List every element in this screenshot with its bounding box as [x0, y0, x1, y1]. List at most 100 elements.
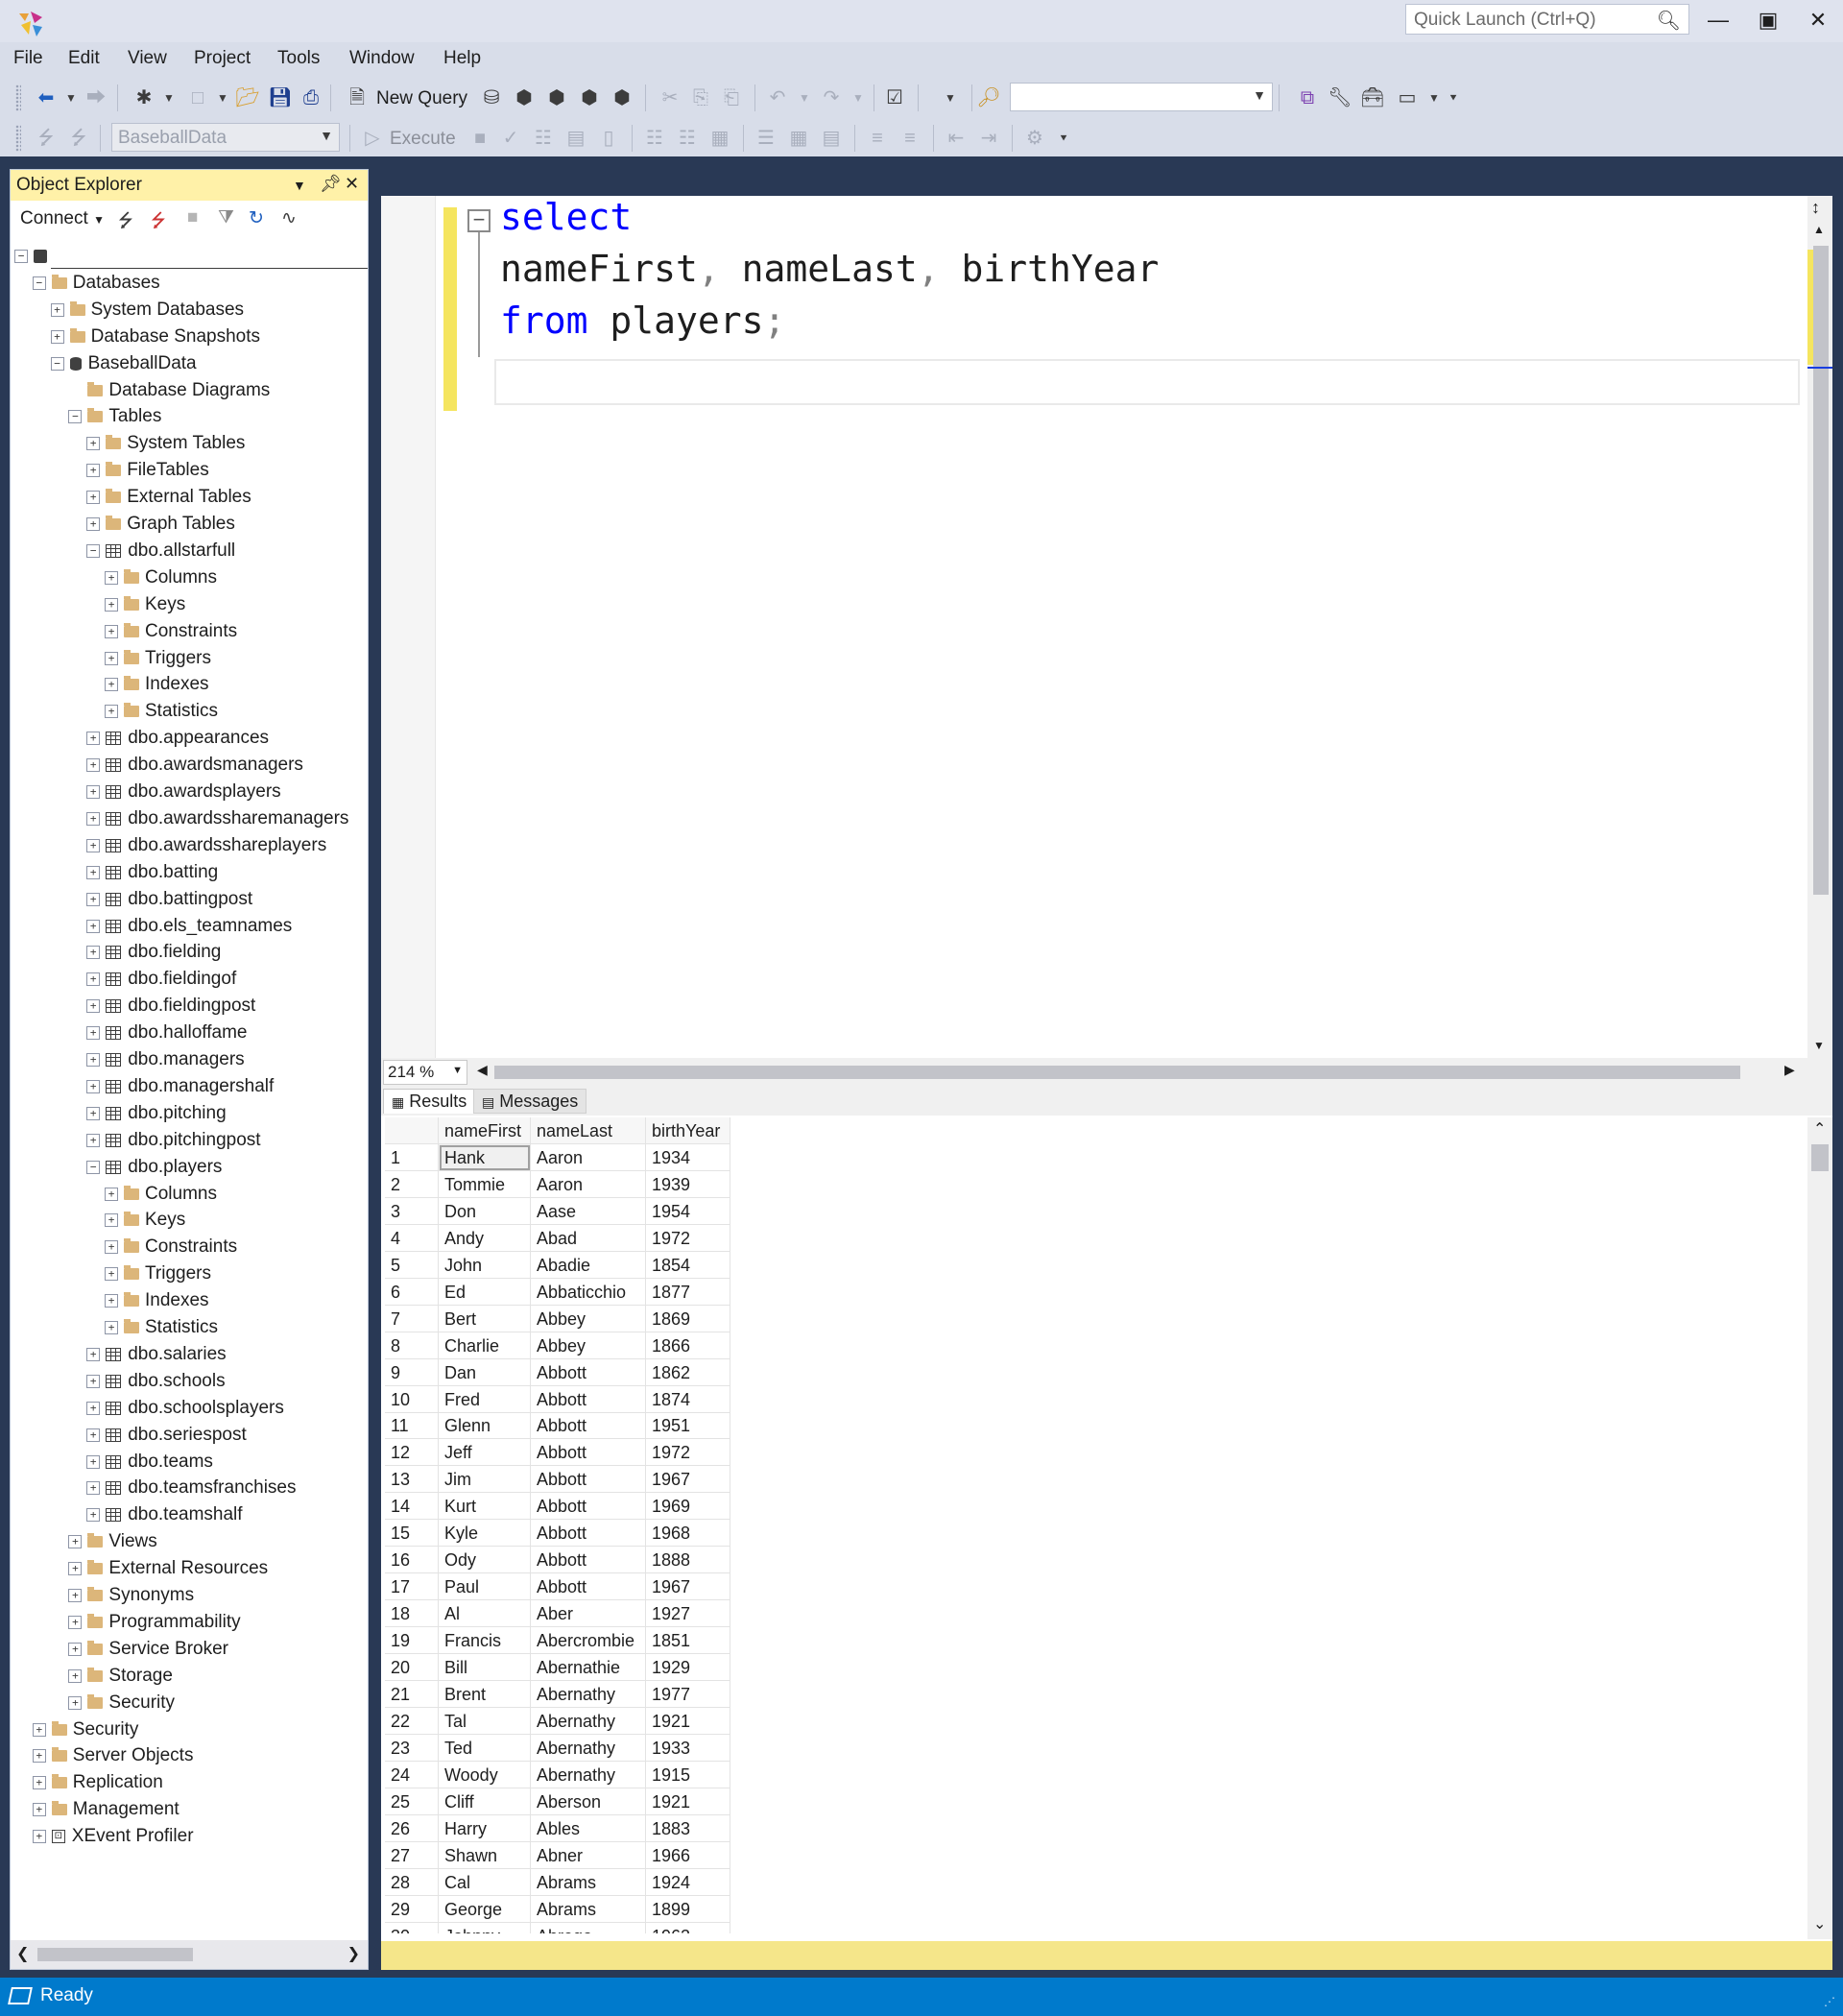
grid-cell[interactable]: Aber	[531, 1600, 646, 1628]
expand-icon[interactable]: +	[86, 732, 101, 746]
expand-icon[interactable]: +	[86, 1481, 101, 1496]
xmla-query-icon[interactable]: ⬢	[576, 84, 603, 111]
collapse-icon[interactable]: −	[86, 543, 101, 558]
expand-icon[interactable]: +	[68, 1589, 83, 1602]
scroll-left-icon[interactable]: ❮	[16, 1944, 29, 1963]
query-designer-icon[interactable]: ▤	[562, 125, 589, 152]
tree-node[interactable]: + Constraints	[105, 618, 237, 645]
expand-icon[interactable]: +	[86, 1374, 101, 1388]
grid-cell[interactable]: 1933	[646, 1734, 730, 1762]
close-panel-icon[interactable]: ✕	[345, 174, 359, 194]
tree-node[interactable]: + dbo.pitchingpost	[86, 1127, 261, 1154]
expand-icon[interactable]: +	[105, 705, 118, 719]
expand-icon[interactable]: +	[68, 1642, 83, 1656]
tree-node[interactable]: + dbo.managershalf	[86, 1073, 274, 1100]
toolbar-overflow-icon[interactable]: ⯆	[1050, 125, 1077, 152]
grid-cell[interactable]: 1874	[646, 1385, 730, 1413]
results-vertical-scrollbar[interactable]: ⌃ ⌄	[1807, 1117, 1832, 1939]
undo-icon[interactable]: ↶	[764, 84, 791, 111]
grid-cell[interactable]: Dan	[439, 1358, 531, 1386]
find-in-files-icon[interactable]: 🔎︎	[975, 84, 1002, 111]
expand-icon[interactable]: +	[86, 1508, 101, 1523]
tree-node[interactable]: + Security	[68, 1690, 175, 1716]
grid-cell[interactable]: Woody	[439, 1761, 531, 1788]
grid-cell[interactable]: 1915	[646, 1761, 730, 1788]
grid-cell[interactable]: 1883	[646, 1814, 730, 1842]
sql-editor[interactable]: − select nameFirst, nameLast, birthYear …	[381, 196, 1832, 1087]
tree-node[interactable]: + System Databases	[50, 297, 244, 324]
grid-cell[interactable]: Abernathie	[531, 1654, 646, 1681]
grid-cell[interactable]: Abernathy	[531, 1680, 646, 1708]
expand-icon[interactable]: +	[32, 1776, 46, 1790]
tree-node[interactable]: + dbo.schoolsplayers	[86, 1395, 284, 1422]
grid-cell[interactable]: Abbott	[531, 1466, 646, 1494]
grid-cell[interactable]: 1977	[646, 1680, 730, 1708]
scroll-down-icon[interactable]: ▼	[1813, 1039, 1825, 1052]
collapse-icon[interactable]: −	[14, 250, 28, 263]
expand-icon[interactable]: +	[105, 1267, 118, 1282]
scroll-up-icon[interactable]: ⌃	[1813, 1119, 1826, 1139]
grid-cell[interactable]: Abbott	[531, 1358, 646, 1386]
pin-icon[interactable]: 📌︎	[320, 174, 342, 194]
menu-project[interactable]: Project	[194, 48, 251, 69]
tree-node[interactable]: + dbo.fieldingof	[86, 966, 236, 993]
tree-node[interactable]: + dbo.fieldingpost	[86, 993, 255, 1020]
grid-cell[interactable]: Kurt	[439, 1493, 531, 1521]
tree-node[interactable]: + dbo.teamshalf	[86, 1501, 243, 1528]
grid-cell[interactable]: 1968	[646, 1520, 730, 1548]
tree-node[interactable]: − Databases	[32, 270, 160, 297]
activity-monitor-icon[interactable]: ∿	[281, 207, 297, 229]
grid-cell[interactable]: Abbey	[531, 1332, 646, 1359]
grid-cell[interactable]: 1972	[646, 1439, 730, 1467]
grid-cell[interactable]: 1929	[646, 1654, 730, 1681]
tree-node[interactable]: + Server Objects	[32, 1742, 193, 1769]
grid-cell[interactable]: Charlie	[439, 1332, 531, 1359]
grid-cell[interactable]: Johnny	[439, 1922, 531, 1933]
collapse-icon[interactable]: −	[86, 1160, 101, 1174]
scroll-up-icon[interactable]: ▲	[1813, 223, 1825, 236]
expand-icon[interactable]: +	[86, 865, 101, 879]
expand-icon[interactable]: +	[105, 624, 118, 638]
decrease-indent-icon[interactable]: ⇤	[943, 125, 969, 152]
expand-icon[interactable]: +	[86, 946, 101, 960]
database-engine-query-icon[interactable]: ⛁	[478, 84, 505, 111]
dax-query-icon[interactable]: ⬢	[609, 84, 635, 111]
chevron-down-icon[interactable]: ▼	[845, 84, 872, 111]
open-file-icon[interactable]: 📂︎	[234, 84, 261, 111]
grid-cell[interactable]: Ody	[439, 1547, 531, 1574]
expand-icon[interactable]: +	[86, 1079, 101, 1093]
grid-corner[interactable]	[385, 1117, 439, 1144]
expand-icon[interactable]: +	[105, 678, 118, 692]
chevron-down-icon[interactable]: ▼	[791, 84, 818, 111]
expand-icon[interactable]: +	[105, 1213, 118, 1228]
grid-cell[interactable]: Aase	[531, 1197, 646, 1225]
grid-cell[interactable]: 1927	[646, 1600, 730, 1628]
tree-node[interactable]: + dbo.fielding	[86, 939, 221, 966]
filter-icon[interactable]: ⧩	[218, 207, 234, 228]
grid-cell[interactable]: 1967	[646, 1573, 730, 1601]
parse-check-icon[interactable]: ✓	[497, 125, 524, 152]
grid-cell[interactable]: 1854	[646, 1251, 730, 1279]
cut-icon[interactable]: ✂	[657, 84, 683, 111]
expand-icon[interactable]: +	[86, 811, 101, 826]
grid-cell[interactable]: Abbott	[531, 1520, 646, 1548]
grid-cell[interactable]: 1972	[646, 1224, 730, 1252]
minimize-button[interactable]: —	[1699, 6, 1737, 35]
grid-cell[interactable]: Abernathy	[531, 1761, 646, 1788]
expand-icon[interactable]: +	[105, 597, 118, 612]
tree-node[interactable]: + dbo.teamsfranchises	[86, 1475, 297, 1501]
tree-node[interactable]: − dbo.players	[86, 1154, 222, 1181]
tree-node[interactable]: + dbo.awardsmanagers	[86, 752, 303, 779]
expand-icon[interactable]: +	[86, 1026, 101, 1041]
toolbar-grip[interactable]	[15, 84, 21, 111]
redo-icon[interactable]: ↷	[818, 84, 845, 111]
tree-node[interactable]: + Views	[68, 1528, 157, 1555]
find-combo[interactable]: ▼	[1010, 83, 1273, 111]
save-icon[interactable]: 💾︎	[267, 84, 294, 111]
connect-button[interactable]: Connect ▼	[20, 208, 105, 229]
tree-node[interactable]: + dbo.batting	[86, 859, 218, 886]
grid-cell[interactable]: Aberson	[531, 1788, 646, 1815]
grid-cell[interactable]: Abrams	[531, 1895, 646, 1923]
expand-icon[interactable]: +	[105, 570, 118, 585]
tree-node[interactable]: + dbo.battingpost	[86, 886, 252, 913]
